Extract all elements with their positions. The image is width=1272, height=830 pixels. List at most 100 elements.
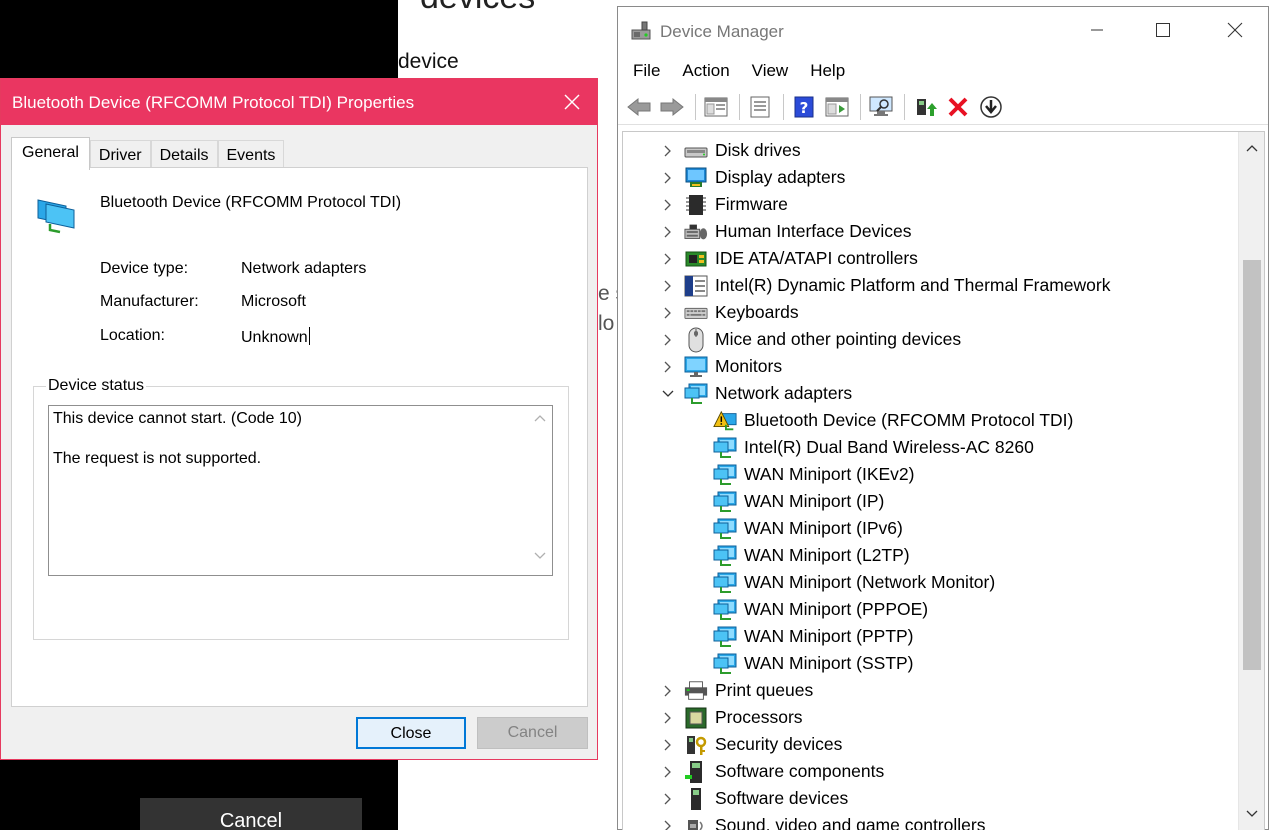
tree-category-row[interactable]: Monitors bbox=[623, 353, 1243, 380]
monitor-icon bbox=[684, 355, 708, 379]
tree-device-row[interactable]: WAN Miniport (PPTP) bbox=[623, 623, 1243, 650]
tree-item-label: Print queues bbox=[715, 680, 814, 700]
chevron-right-icon[interactable] bbox=[661, 812, 675, 830]
disable-device-button[interactable] bbox=[976, 93, 1006, 121]
device-status-textbox[interactable]: This device cannot start. (Code 10) The … bbox=[48, 405, 553, 576]
tree-category-row[interactable]: Sound, video and game controllers bbox=[623, 812, 1243, 830]
maximize-icon bbox=[1156, 23, 1170, 37]
tree-device-row[interactable]: WAN Miniport (IP) bbox=[623, 488, 1243, 515]
chevron-right-icon[interactable] bbox=[661, 272, 675, 299]
chevron-right-icon[interactable] bbox=[661, 704, 675, 731]
tree-category-row[interactable]: Firmware bbox=[623, 191, 1243, 218]
display-adapter-icon bbox=[684, 166, 708, 190]
tree-device-row[interactable]: WAN Miniport (Network Monitor) bbox=[623, 569, 1243, 596]
forward-button[interactable] bbox=[657, 93, 687, 121]
tree-item-label: WAN Miniport (SSTP) bbox=[744, 653, 914, 673]
cancel-button[interactable]: Cancel bbox=[477, 717, 588, 749]
tree-device-row[interactable]: WAN Miniport (SSTP) bbox=[623, 650, 1243, 677]
tree-category-row[interactable]: Mice and other pointing devices bbox=[623, 326, 1243, 353]
tree-device-row[interactable]: WAN Miniport (IPv6) bbox=[623, 515, 1243, 542]
tree-category-row[interactable]: Processors bbox=[623, 704, 1243, 731]
help-button[interactable]: ? bbox=[789, 93, 819, 121]
status-scroll-up-arrow[interactable] bbox=[532, 414, 548, 428]
chevron-right-icon[interactable] bbox=[661, 785, 675, 812]
network-adapter-icon bbox=[713, 463, 737, 487]
tree-category-row[interactable]: Human Interface Devices bbox=[623, 218, 1243, 245]
chevron-down-icon[interactable] bbox=[661, 380, 675, 407]
tree-device-row[interactable]: WAN Miniport (L2TP) bbox=[623, 542, 1243, 569]
tree-category-row[interactable]: Intel(R) Dynamic Platform and Thermal Fr… bbox=[623, 272, 1243, 299]
chevron-right-icon[interactable] bbox=[661, 677, 675, 704]
scroll-up-arrow[interactable] bbox=[1239, 138, 1264, 158]
scroll-down-arrow[interactable] bbox=[1239, 804, 1264, 824]
chevron-right-icon[interactable] bbox=[661, 137, 675, 164]
text-caret bbox=[308, 327, 310, 345]
tree-category-row[interactable]: Display adapters bbox=[623, 164, 1243, 191]
uninstall-device-button[interactable] bbox=[943, 93, 973, 121]
minimize-button[interactable] bbox=[1074, 15, 1120, 45]
update-driver-button[interactable] bbox=[910, 93, 940, 121]
tree-category-row[interactable]: Keyboards bbox=[623, 299, 1243, 326]
disk-drive-icon bbox=[684, 139, 708, 163]
back-button[interactable] bbox=[624, 93, 654, 121]
tree-category-row[interactable]: Security devices bbox=[623, 731, 1243, 758]
properties-button[interactable] bbox=[745, 93, 775, 121]
show-hide-console-tree-button[interactable] bbox=[701, 93, 731, 121]
vertical-scrollbar[interactable] bbox=[1238, 132, 1264, 830]
close-dialog-button[interactable] bbox=[555, 87, 589, 117]
tree-item-label: WAN Miniport (IP) bbox=[744, 491, 885, 511]
scan-for-hardware-changes-button[interactable] bbox=[866, 93, 896, 121]
tree-category-row[interactable]: IDE ATA/ATAPI controllers bbox=[623, 245, 1243, 272]
chevron-right-icon[interactable] bbox=[661, 731, 675, 758]
location-value[interactable]: Unknown bbox=[241, 327, 310, 347]
intel-dptf-icon bbox=[684, 274, 708, 298]
show-hide-action-pane-button[interactable] bbox=[822, 93, 852, 121]
chevron-right-icon[interactable] bbox=[661, 164, 675, 191]
manufacturer-label: Manufacturer: bbox=[100, 293, 199, 310]
status-scroll-down-arrow[interactable] bbox=[532, 552, 548, 566]
menu-file[interactable]: File bbox=[633, 55, 660, 87]
close-window-button[interactable] bbox=[1212, 15, 1258, 45]
tab-driver[interactable]: Driver bbox=[89, 140, 151, 170]
tree-device-row[interactable]: WAN Miniport (PPPOE) bbox=[623, 596, 1243, 623]
chevron-right-icon[interactable] bbox=[661, 758, 675, 785]
chevron-right-icon[interactable] bbox=[661, 218, 675, 245]
printer-icon bbox=[684, 679, 708, 703]
tree-item-label: WAN Miniport (IPv6) bbox=[744, 518, 903, 538]
properties-titlebar[interactable]: Bluetooth Device (RFCOMM Protocol TDI) P… bbox=[1, 79, 597, 125]
tab-details[interactable]: Details bbox=[150, 140, 218, 170]
chevron-right-icon[interactable] bbox=[661, 299, 675, 326]
disable-device-icon bbox=[980, 95, 1002, 118]
chevron-right-icon[interactable] bbox=[661, 191, 675, 218]
tree-category-row[interactable]: Software components bbox=[623, 758, 1243, 785]
tree-category-row[interactable]: Print queues bbox=[623, 677, 1243, 704]
network-adapter-icon bbox=[713, 625, 737, 649]
ide-controller-icon bbox=[684, 247, 708, 271]
tree-device-row[interactable]: WAN Miniport (IKEv2) bbox=[623, 461, 1243, 488]
scroll-thumb[interactable] bbox=[1243, 260, 1261, 670]
chevron-right-icon[interactable] bbox=[661, 353, 675, 380]
tab-strip: General Driver Details Events bbox=[11, 137, 285, 170]
hid-icon bbox=[684, 220, 708, 244]
chevron-right-icon[interactable] bbox=[661, 326, 675, 353]
device-manager-titlebar[interactable]: Device Manager bbox=[618, 7, 1268, 55]
tree-category-row[interactable]: Software devices bbox=[623, 785, 1243, 812]
tree-item-label: WAN Miniport (PPTP) bbox=[744, 626, 914, 646]
background-cancel-button[interactable]: Cancel bbox=[140, 798, 362, 830]
menu-help[interactable]: Help bbox=[810, 55, 845, 87]
menu-action[interactable]: Action bbox=[682, 55, 729, 87]
tree-device-row[interactable]: Bluetooth Device (RFCOMM Protocol TDI) bbox=[623, 407, 1243, 434]
device-manager-window: Device Manager File Action View Help ? D… bbox=[617, 6, 1269, 830]
tab-general[interactable]: General bbox=[11, 137, 90, 170]
tree-device-row[interactable]: Intel(R) Dual Band Wireless-AC 8260 bbox=[623, 434, 1243, 461]
chevron-right-icon[interactable] bbox=[661, 245, 675, 272]
tree-item-label: WAN Miniport (Network Monitor) bbox=[744, 572, 996, 592]
menu-view[interactable]: View bbox=[752, 55, 789, 87]
tab-events[interactable]: Events bbox=[217, 140, 285, 170]
maximize-button[interactable] bbox=[1140, 15, 1186, 45]
close-button[interactable]: Close bbox=[356, 717, 466, 749]
device-manager-title: Device Manager bbox=[660, 22, 784, 41]
tree-category-row[interactable]: Network adapters bbox=[623, 380, 1243, 407]
tree-category-row[interactable]: Disk drives bbox=[623, 137, 1243, 164]
device-status-group: Device status This device cannot start. … bbox=[33, 377, 569, 640]
